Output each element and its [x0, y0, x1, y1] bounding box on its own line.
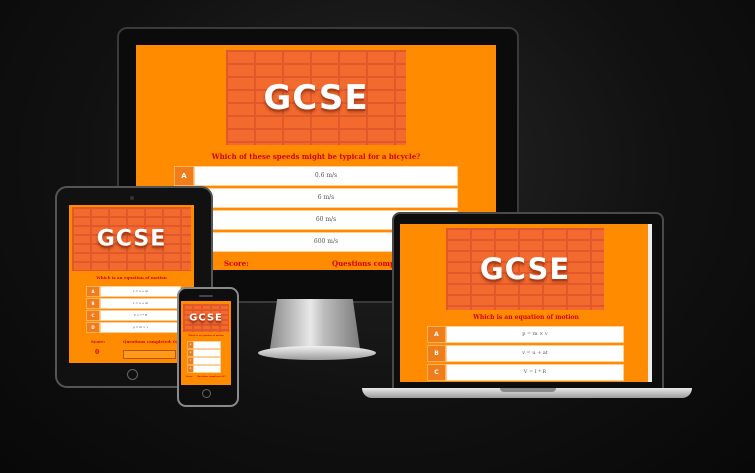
gcse-logo: GCSE [96, 226, 167, 252]
tablet-score-label: Score: [91, 339, 106, 344]
phone-option-c-button[interactable] [193, 357, 221, 365]
desktop-option-a-letter[interactable]: A [174, 166, 194, 186]
phone-question: Which is an equation of motion [188, 335, 224, 337]
tablet-completed-label: Questions completed: 0/5 [123, 339, 181, 344]
laptop-scrollbar[interactable] [648, 224, 652, 382]
tablet-brick-banner: GCSE [72, 207, 191, 271]
monitor-base [258, 346, 376, 360]
laptop-option-a-letter[interactable]: A [427, 326, 446, 343]
laptop-option-c-letter[interactable]: C [427, 364, 446, 381]
desktop-brick-banner: GCSE [226, 50, 406, 145]
laptop-brick-banner: GCSE [446, 228, 604, 310]
tablet-camera [130, 196, 134, 200]
phone-option-d-button[interactable] [193, 365, 221, 373]
gcse-logo: GCSE [189, 312, 223, 324]
desktop-option-a-button[interactable]: 0.6 m/s [194, 166, 458, 186]
laptop-notch [500, 388, 556, 392]
tablet-home-button[interactable] [127, 369, 138, 380]
tablet-question: Which is an equation of motion [96, 275, 167, 280]
tablet-progress-bar [123, 350, 176, 359]
gcse-logo: GCSE [263, 77, 369, 118]
laptop-option-c-button[interactable]: V = I * R [446, 364, 624, 381]
tablet-option-a-letter[interactable]: A [86, 286, 100, 297]
phone-screen: GCSE Which is an equation of motion A B … [181, 301, 231, 385]
tablet-option-a-button[interactable]: v = u + at [100, 286, 181, 297]
phone-speaker [199, 295, 213, 297]
laptop-option-b-letter[interactable]: B [427, 345, 446, 362]
laptop-option-a-button[interactable]: p = m × v [446, 326, 624, 343]
laptop-question: Which is an equation of motion [473, 314, 579, 321]
tablet-option-c-letter[interactable]: C [86, 310, 100, 321]
tablet-option-b-button[interactable]: v = u + at [100, 298, 181, 309]
phone-home-button[interactable] [202, 389, 211, 398]
desktop-option-b-button[interactable]: 6 m/s [194, 188, 458, 208]
monitor-stand [270, 299, 360, 349]
tablet-score-value: 0 [95, 349, 100, 356]
laptop-option-b-button[interactable]: v = u + at [446, 345, 624, 362]
laptop-screen: GCSE Which is an equation of motion A p … [400, 224, 652, 382]
tablet-option-b-letter[interactable]: B [86, 298, 100, 309]
phone-option-b-button[interactable] [193, 349, 221, 357]
tablet-screen: GCSE Which is an equation of motion A v … [69, 205, 194, 363]
desktop-question: Which of these speeds might be typical f… [211, 152, 421, 161]
tablet-option-d-letter[interactable]: D [86, 322, 100, 333]
gcse-logo: GCSE [479, 252, 571, 286]
tablet-option-d-button[interactable]: p = m × v [100, 322, 181, 333]
phone-completed-label: Questions completed: 0/5 [197, 376, 226, 378]
tablet-option-c-button[interactable]: V = I * R [100, 310, 181, 321]
phone-option-a-button[interactable] [193, 341, 221, 349]
phone-score-label: Score: [186, 376, 194, 378]
desktop-score-label: Score: [224, 259, 249, 268]
phone-brick-banner: GCSE [183, 304, 229, 332]
